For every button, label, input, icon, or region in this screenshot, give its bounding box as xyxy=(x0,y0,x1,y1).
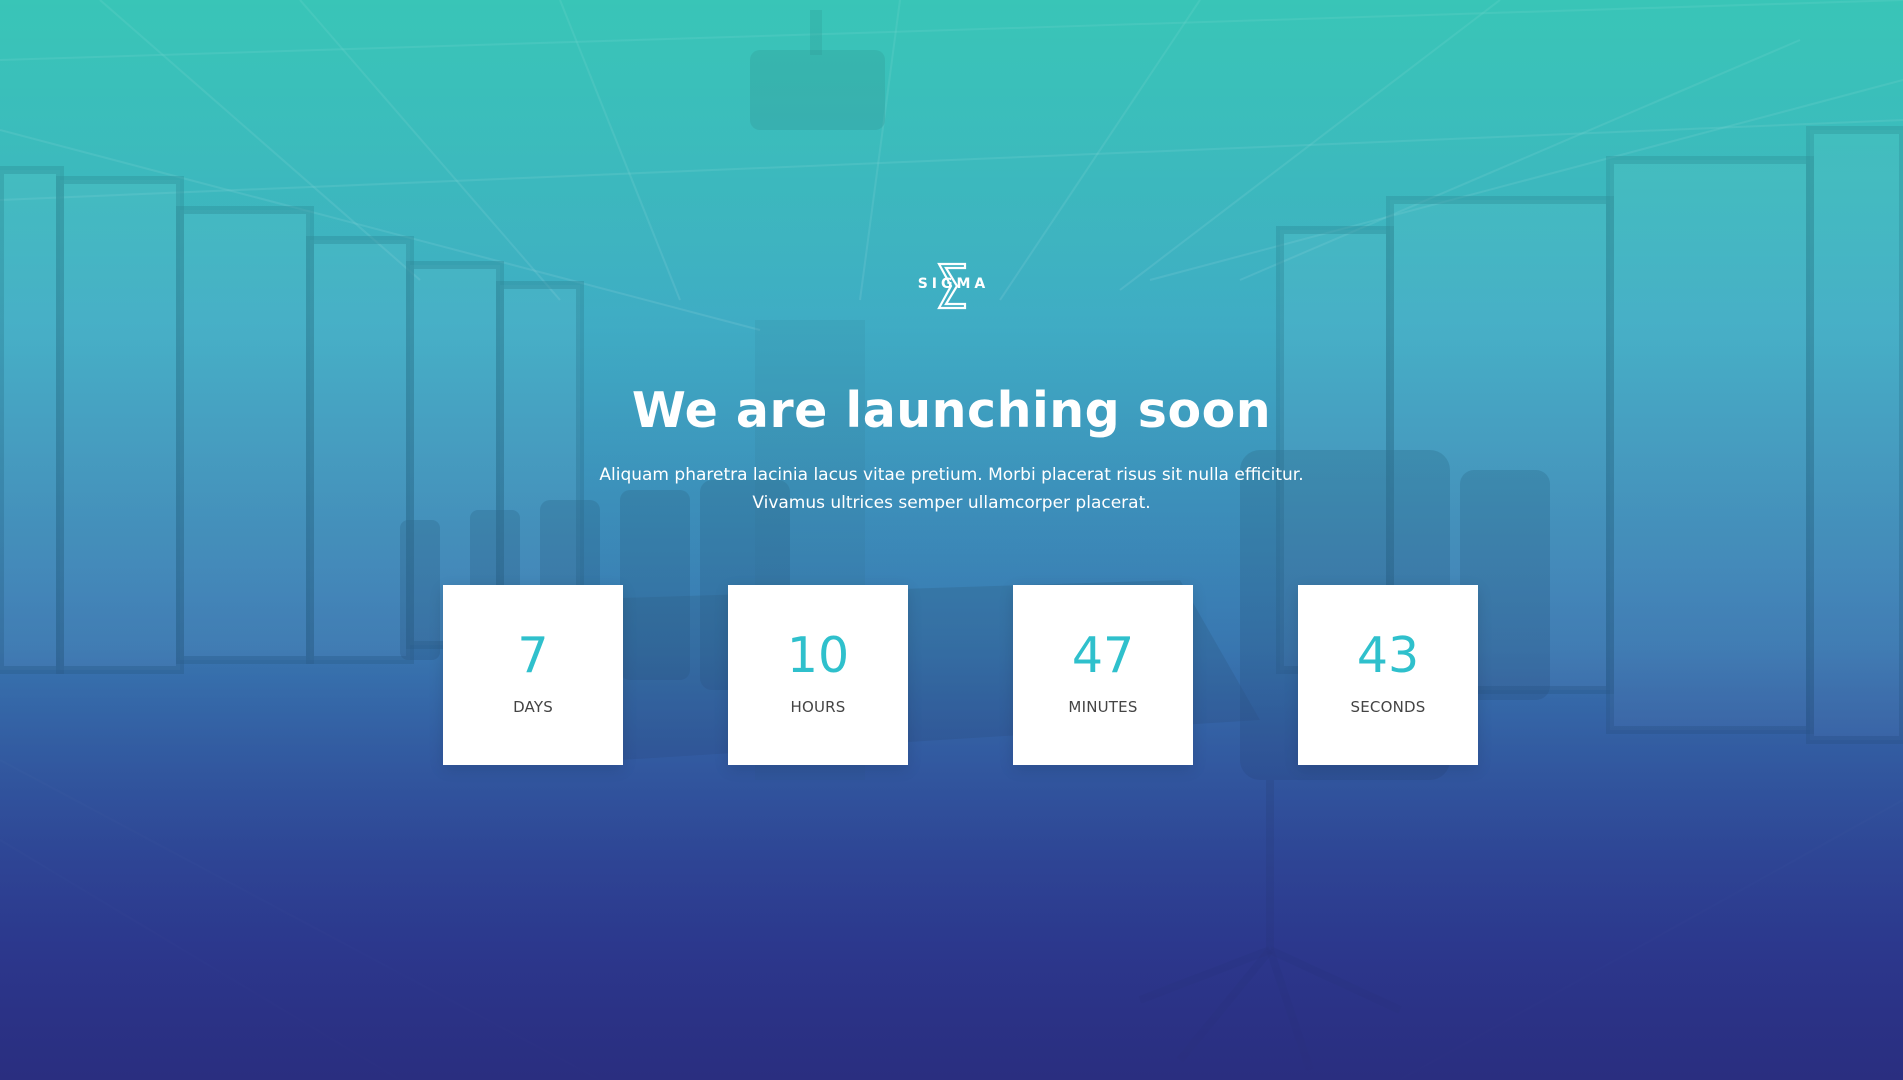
days-value: 7 xyxy=(517,627,549,684)
coming-soon-page: SIGMA We are launching soon Aliquam phar… xyxy=(0,0,1903,1080)
countdown-minutes: 47 MINUTES xyxy=(1013,585,1193,765)
countdown-hours: 10 HOURS xyxy=(728,585,908,765)
sigma-logo[interactable]: SIGMA xyxy=(907,262,997,310)
hours-label: HOURS xyxy=(790,698,846,716)
main-content: SIGMA We are launching soon Aliquam phar… xyxy=(0,0,1903,1080)
logo-text: SIGMA xyxy=(917,276,990,292)
page-description: Aliquam pharetra lacinia lacus vitae pre… xyxy=(0,461,1903,517)
description-line-2: Vivamus ultrices semper ullamcorper plac… xyxy=(752,493,1151,513)
days-label: DAYS xyxy=(513,698,553,716)
hours-value: 10 xyxy=(786,627,850,684)
description-line-1: Aliquam pharetra lacinia lacus vitae pre… xyxy=(599,465,1304,485)
seconds-label: SECONDS xyxy=(1350,698,1426,716)
minutes-value: 47 xyxy=(1071,627,1135,684)
page-title: We are launching soon xyxy=(631,382,1272,439)
countdown-days: 7 DAYS xyxy=(443,585,623,765)
minutes-label: MINUTES xyxy=(1068,698,1138,716)
seconds-value: 43 xyxy=(1356,627,1420,684)
countdown-timer: 7 DAYS 10 HOURS 47 MINUTES 43 SECONDS xyxy=(443,585,1479,765)
countdown-seconds: 43 SECONDS xyxy=(1298,585,1478,765)
